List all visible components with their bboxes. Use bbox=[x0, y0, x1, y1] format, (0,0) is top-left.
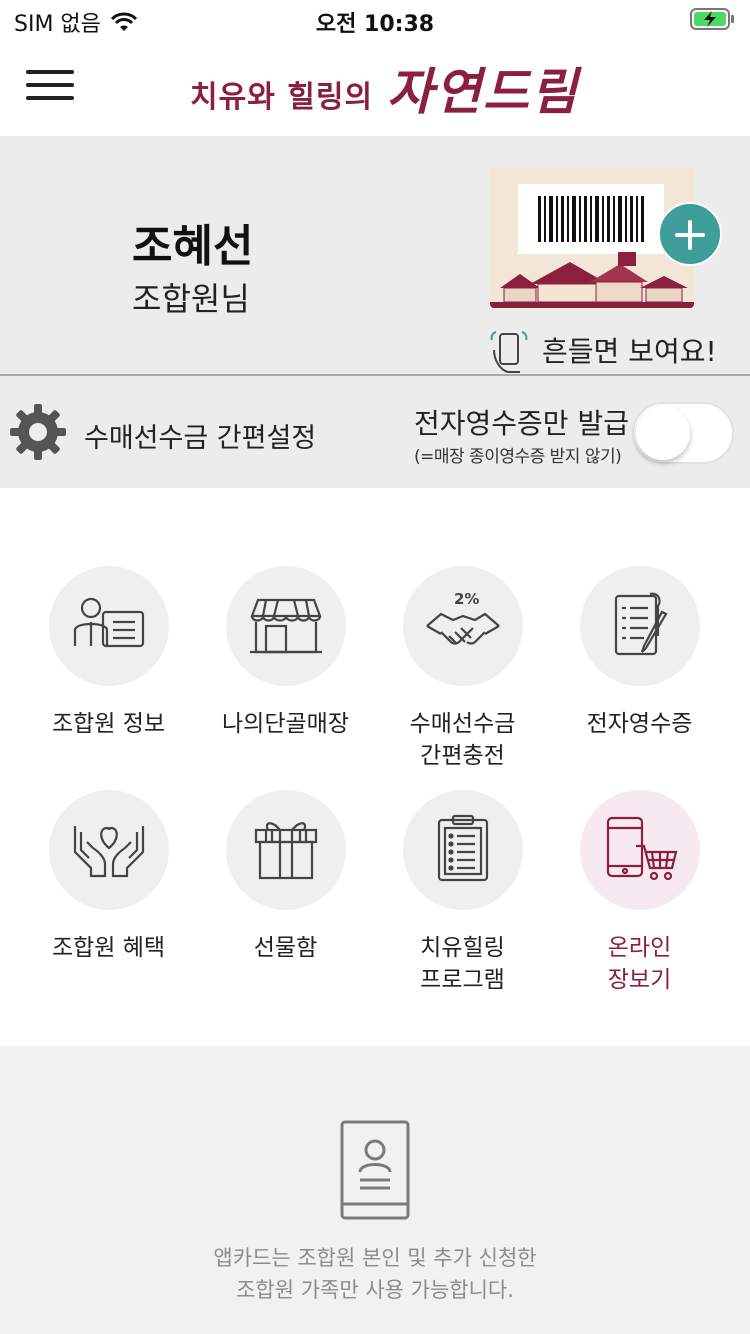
menu-label: 선물함 bbox=[253, 935, 318, 961]
member-panel: 조혜선 조합원님 흔들면 보여요! bbox=[0, 136, 750, 374]
status-time: 오전 10:38 bbox=[315, 12, 435, 37]
receipt-only-description: (=매장 종이영수증 받지 않기) bbox=[414, 447, 622, 467]
gift-box-icon bbox=[254, 822, 317, 880]
menu-healing-program[interactable]: 치유힐링 프로그램 bbox=[374, 790, 551, 996]
shake-hint: 흔들면 보여요! bbox=[488, 326, 717, 374]
app-header: 치유와 힐링의 자연드림 bbox=[0, 40, 750, 136]
toggle-knob bbox=[636, 406, 690, 460]
menu-line bbox=[26, 96, 74, 100]
menu-icon-circle bbox=[579, 566, 700, 686]
menu-my-store[interactable]: 나의단골매장 bbox=[197, 566, 374, 740]
receipt-only-label: 전자영수증만 발급 bbox=[414, 407, 629, 440]
menu-label: 조합원 정보 bbox=[51, 711, 166, 737]
add-card-button[interactable] bbox=[658, 202, 722, 266]
village-illustration bbox=[490, 252, 694, 308]
menu-member-benefits[interactable]: 조합원 혜택 bbox=[20, 790, 197, 964]
settings-row: 수매선수금 간편설정 전자영수증만 발급 (=매장 종이영수증 받지 않기) bbox=[0, 374, 750, 488]
clipboard-icon bbox=[437, 814, 488, 882]
barcode-image bbox=[518, 184, 664, 254]
store-icon bbox=[249, 598, 322, 654]
menu-icon-circle bbox=[402, 790, 523, 910]
menu-member-info[interactable]: 조합원 정보 bbox=[20, 566, 197, 740]
member-info-icon bbox=[73, 597, 144, 648]
logo-title: 자연드림 bbox=[387, 62, 580, 121]
heart-hands-icon bbox=[73, 826, 144, 878]
barcode-icon bbox=[538, 196, 644, 242]
shake-hint-text: 흔들면 보여요! bbox=[542, 335, 717, 368]
handshake-icon: 2% bbox=[425, 590, 500, 645]
menu-label: 치유힐링 프로그램 bbox=[420, 935, 505, 993]
hamburger-menu-button[interactable] bbox=[26, 70, 74, 100]
menu-icon-circle: 2% bbox=[402, 566, 523, 686]
shake-phone-icon bbox=[490, 331, 528, 373]
menu-icon-circle bbox=[225, 790, 346, 910]
menu-quick-charge[interactable]: 2% 수매선수금 간편충전 bbox=[374, 566, 551, 772]
menu-online-shopping[interactable]: 온라인 장보기 bbox=[551, 790, 728, 996]
receipt-only-toggle[interactable] bbox=[632, 402, 734, 464]
id-card-icon bbox=[340, 1120, 410, 1220]
menu-label: 온라인 장보기 bbox=[607, 935, 672, 993]
gear-icon[interactable] bbox=[8, 402, 68, 462]
notice-text: 앱카드는 조합원 본인 및 추가 신청한 조합원 가족만 사용 가능합니다. bbox=[0, 1242, 750, 1306]
app-card-notice: 앱카드는 조합원 본인 및 추가 신청한 조합원 가족만 사용 가능합니다. bbox=[0, 1046, 750, 1334]
status-bar: SIM 없음 오전 10:38 bbox=[0, 0, 750, 40]
brand-logo[interactable]: 치유와 힐링의 자연드림 bbox=[190, 54, 579, 124]
menu-icon-circle bbox=[579, 790, 700, 910]
menu-icon-circle bbox=[48, 790, 169, 910]
member-name: 조혜선 bbox=[132, 221, 254, 272]
quick-setting-link[interactable]: 수매선수금 간편설정 bbox=[84, 416, 316, 455]
menu-icon-circle bbox=[48, 566, 169, 686]
menu-line bbox=[26, 70, 74, 74]
menu-label: 수매선수금 간편충전 bbox=[409, 711, 516, 769]
discount-badge: 2% bbox=[454, 590, 479, 608]
menu-gift-box[interactable]: 선물함 bbox=[197, 790, 374, 964]
notice-text-content: 앱카드는 조합원 본인 및 추가 신청한 조합원 가족만 사용 가능합니다. bbox=[213, 1246, 537, 1302]
menu-label: 나의단골매장 bbox=[222, 711, 349, 737]
menu-e-receipt[interactable]: 전자영수증 bbox=[551, 566, 728, 740]
online-shopping-icon bbox=[606, 816, 677, 881]
menu-label: 조합원 혜택 bbox=[51, 935, 166, 961]
logo-subtitle: 치유와 힐링의 bbox=[190, 80, 374, 115]
menu-label: 전자영수증 bbox=[586, 711, 693, 737]
battery-charging-icon bbox=[690, 8, 734, 30]
member-role: 조합원님 bbox=[132, 280, 250, 318]
receipt-icon bbox=[614, 592, 668, 656]
menu-icon-circle bbox=[225, 566, 346, 686]
menu-line bbox=[26, 83, 74, 87]
